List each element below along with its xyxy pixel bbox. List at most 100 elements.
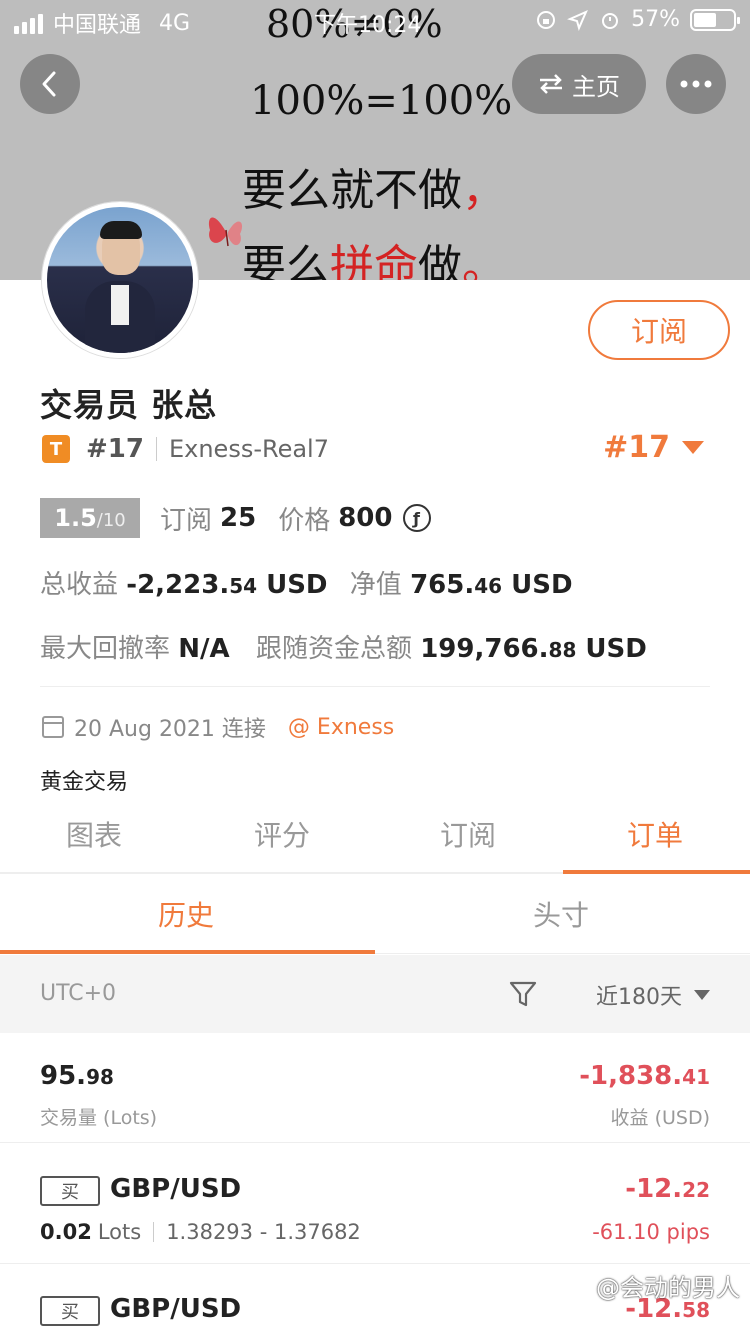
filter-icon[interactable] bbox=[508, 979, 538, 1009]
more-button[interactable] bbox=[666, 54, 726, 114]
order-pips: -61.10 pips bbox=[592, 1220, 710, 1244]
subtab-history[interactable]: 历史 bbox=[158, 894, 214, 934]
status-left: 中国联通 4G bbox=[14, 7, 190, 39]
rank-dropdown-label: #17 bbox=[603, 430, 670, 465]
follow-funds-dec: 88 bbox=[548, 638, 577, 662]
trader-name: 交易员 张总 bbox=[40, 386, 218, 424]
account-server: Exness-Real7 bbox=[168, 435, 329, 463]
rating-value: 1.5 bbox=[54, 504, 97, 532]
order-profit-int: -12. bbox=[625, 1174, 683, 1204]
side-badge: 买 bbox=[40, 1296, 100, 1326]
slogan-line-4-d: 。 bbox=[462, 241, 506, 280]
subscribers-value: 25 bbox=[220, 503, 257, 533]
status-bar: 中国联通 4G 下午10:24 57% bbox=[0, 0, 750, 40]
total-profit-value: -2,223.54 USD bbox=[126, 570, 327, 600]
trader-description: 黄金交易 bbox=[40, 770, 129, 795]
order-profit-dec: 22 bbox=[682, 1178, 710, 1202]
equity-dec: 46 bbox=[474, 574, 503, 598]
profit-label: 收益 (USD) bbox=[610, 1107, 710, 1129]
total-profit-dec: 54 bbox=[229, 574, 258, 598]
profit-dec: 41 bbox=[682, 1065, 710, 1089]
caret-down-icon bbox=[682, 441, 704, 454]
order-profit: -12.22 bbox=[625, 1174, 710, 1204]
order-lots: 0.02 Lots 1.38293 - 1.37682 bbox=[40, 1220, 361, 1244]
profit-int: -1,838. bbox=[579, 1061, 683, 1091]
battery-icon bbox=[690, 8, 740, 31]
rank-dropdown[interactable]: #17 bbox=[603, 430, 704, 465]
join-info: 20 Aug 2021 连接 @ Exness bbox=[42, 712, 394, 742]
follow-funds-int: 199,766. bbox=[420, 634, 549, 664]
broker-link[interactable]: @ Exness bbox=[288, 715, 394, 740]
equity-int: 765. bbox=[410, 570, 475, 600]
slogan-line-4-a: 要么 bbox=[242, 241, 330, 280]
order-lots-value: 0.02 bbox=[40, 1220, 92, 1244]
filter-bar: UTC+0 近180天 bbox=[0, 955, 750, 1033]
location-icon bbox=[567, 9, 589, 31]
divider bbox=[153, 1222, 155, 1242]
total-profit-int: -2,223. bbox=[126, 570, 230, 600]
rating-max: /10 bbox=[96, 510, 126, 531]
slogan-line-2: 100%=100% bbox=[250, 78, 513, 124]
volume-dec: 98 bbox=[86, 1065, 114, 1089]
home-button[interactable]: 主页 bbox=[512, 54, 646, 114]
tab-orders[interactable]: 订单 bbox=[627, 814, 683, 854]
back-button[interactable] bbox=[20, 54, 80, 114]
alarm-icon bbox=[602, 12, 619, 29]
follow-funds-label: 跟随资金总额 bbox=[255, 634, 412, 664]
stats-row-1: 1.5/10 订阅 25 价格 800 ƒ bbox=[40, 498, 431, 538]
slogan-line-4: 要么拼命做。 bbox=[242, 230, 506, 280]
total-profit-label: 总收益 bbox=[40, 570, 119, 600]
equity-label: 净值 bbox=[349, 570, 402, 600]
equity-value: 765.46 USD bbox=[410, 570, 572, 600]
carrier-label: 中国联通 bbox=[53, 13, 142, 38]
home-label: 主页 bbox=[572, 72, 620, 101]
side-badge: 买 bbox=[40, 1176, 100, 1206]
rating-badge: 1.5/10 bbox=[40, 498, 140, 538]
order-subtabs: 历史 头寸 bbox=[0, 874, 750, 954]
order-pair: GBP/USD bbox=[110, 1174, 242, 1204]
butterfly-icon bbox=[208, 217, 243, 247]
rotation-lock-icon bbox=[537, 10, 556, 29]
total-profit-unit: USD bbox=[257, 570, 328, 600]
divider bbox=[40, 686, 710, 687]
avatar[interactable] bbox=[42, 202, 198, 358]
date-range-select[interactable]: 近180天 bbox=[596, 979, 710, 1011]
chevron-left-icon bbox=[42, 71, 56, 97]
timezone-label: UTC+0 bbox=[40, 981, 117, 1006]
rank-row: T #17 Exness-Real7 bbox=[42, 432, 329, 466]
main-tabs: 图表 评分 订阅 订单 bbox=[0, 804, 750, 874]
battery-percent: 57% bbox=[631, 7, 680, 32]
more-dots-icon bbox=[680, 80, 712, 88]
signal-icon bbox=[14, 12, 43, 34]
subscribe-button[interactable]: 订阅 bbox=[588, 300, 730, 360]
orders-summary: 95.98 交易量 (Lots) -1,838.41 收益 (USD) bbox=[0, 1033, 750, 1143]
follow-funds-unit: USD bbox=[576, 634, 647, 664]
join-date: 20 Aug 2021 连接 bbox=[74, 717, 266, 742]
battery-fill bbox=[694, 12, 716, 27]
price-value: 800 bbox=[338, 503, 393, 533]
divider bbox=[155, 437, 157, 461]
calendar-icon bbox=[42, 716, 64, 738]
order-row[interactable]: 买 GBP/USD 0.02 Lots 1.38293 - 1.37682 -1… bbox=[0, 1144, 750, 1264]
slogan-line-4-b: 拼命 bbox=[330, 241, 418, 280]
slogan-line-3-text: 要么就不做 bbox=[242, 165, 462, 216]
stats-row-2: 总收益 -2,223.54 USD 净值 765.46 USD bbox=[40, 564, 573, 601]
network-label: 4G bbox=[159, 10, 191, 36]
volume-int: 95. bbox=[40, 1061, 87, 1091]
subscribers-label: 订阅 bbox=[160, 505, 213, 536]
slogan-line-4-c: 做 bbox=[418, 241, 462, 280]
stats-row-3: 最大回撤率 N/A 跟随资金总额 199,766.88 USD bbox=[40, 628, 647, 665]
equity-unit: USD bbox=[502, 570, 573, 600]
slogan-line-3: 要么就不做， bbox=[242, 154, 506, 218]
clock: 下午10:24 bbox=[314, 13, 422, 38]
status-right: 57% bbox=[535, 7, 740, 32]
watermark: @会动的男人 bbox=[596, 1274, 740, 1302]
volume-label: 交易量 (Lots) bbox=[40, 1107, 158, 1129]
price-label: 价格 bbox=[278, 505, 331, 536]
tab-rating[interactable]: 评分 bbox=[254, 814, 310, 854]
tab-subscription[interactable]: 订阅 bbox=[440, 814, 496, 854]
tab-chart[interactable]: 图表 bbox=[66, 814, 122, 854]
subtab-positions[interactable]: 头寸 bbox=[533, 894, 589, 934]
tier-badge: T bbox=[42, 435, 70, 463]
rank-number: #17 bbox=[86, 434, 144, 464]
